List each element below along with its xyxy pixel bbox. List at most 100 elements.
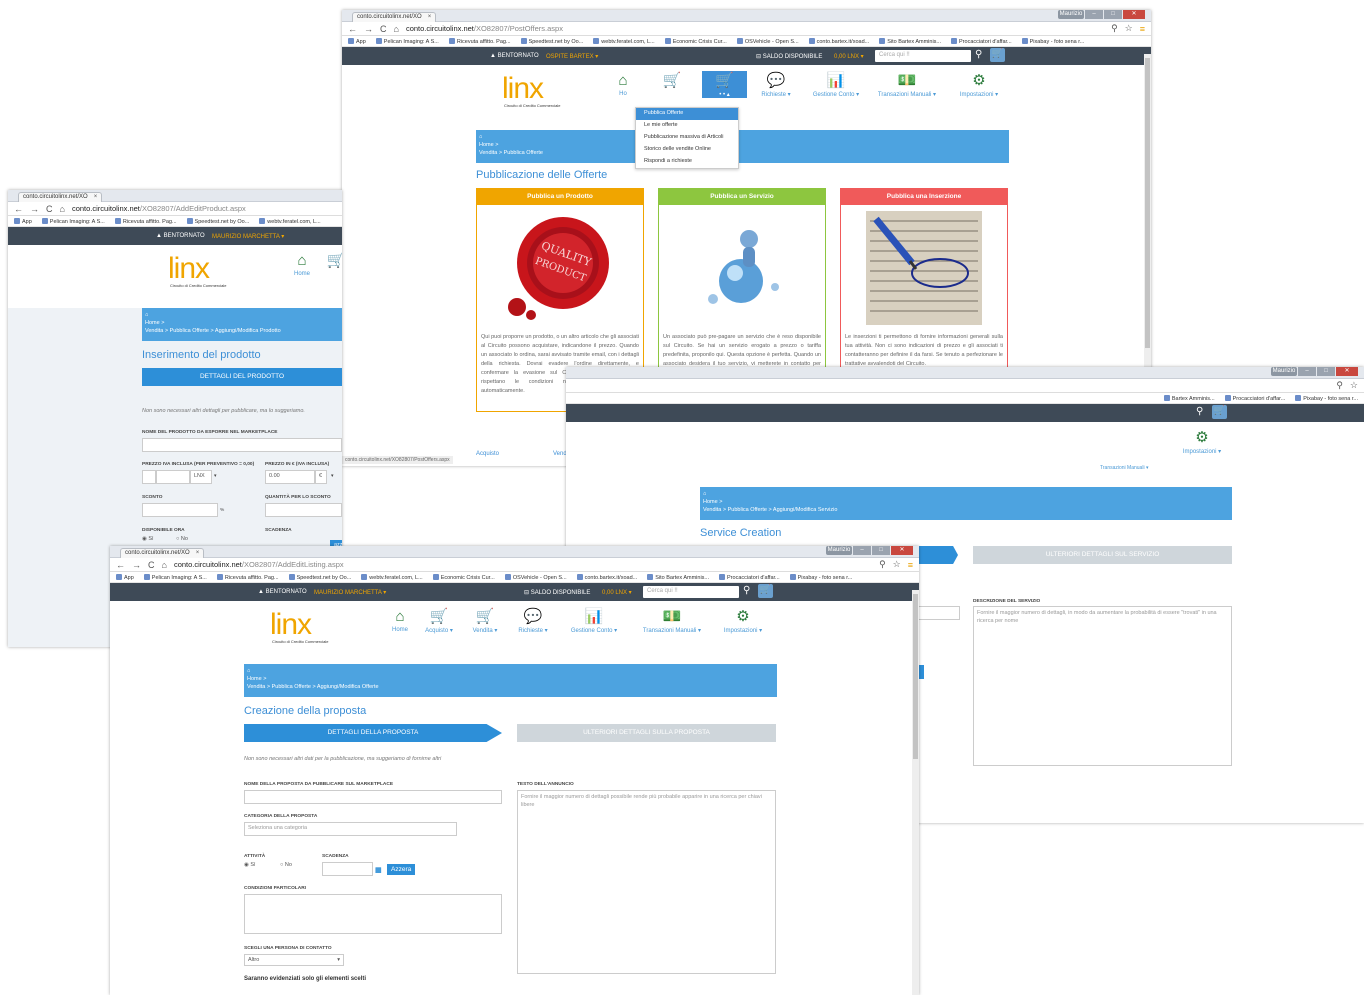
breadcrumb-home[interactable]: Home > (145, 319, 339, 327)
category-select[interactable]: Seleziona una categoria (244, 822, 457, 836)
dropdown-storico-vendite[interactable]: Storico delle vendite Online (636, 144, 738, 156)
url-field[interactable]: conto.circuitolinx.net/XO82807/AddEditPr… (72, 204, 336, 213)
home-icon[interactable]: ⌂ (479, 133, 1006, 141)
search-input[interactable]: Cerca qui !! (875, 50, 971, 62)
home-icon[interactable]: ⌂ (60, 204, 65, 214)
browser-tab[interactable]: conto.circuitolinx.net/XO × (18, 192, 103, 202)
minimize-button[interactable]: – (1298, 367, 1316, 376)
menu-home[interactable]: ⌂ Ho (604, 71, 642, 98)
dropdown-rispondi-richieste[interactable]: Rispondi a richieste (636, 156, 738, 168)
bookmark-item[interactable]: Pelican Imaging: A S... (42, 218, 105, 225)
balance-value[interactable]: 0,00 LNX ▾ (602, 589, 632, 596)
reload-icon[interactable]: C (148, 560, 155, 570)
breadcrumb-path[interactable]: Vendita > Pubblica Offerte > Aggiungi/Mo… (145, 327, 339, 335)
user-profile-button[interactable]: Maurizio (1271, 367, 1297, 376)
home-icon[interactable]: ⌂ (703, 490, 1229, 498)
bookmark-item[interactable]: OSVehicle - Open S... (737, 38, 799, 45)
bookmark-item[interactable]: webtv.feratel.com, L... (361, 574, 422, 581)
bookmark-item[interactable]: Sito Bartex Amminis... (647, 574, 709, 581)
linx-logo[interactable]: linx Circuito di Credito Commerciale (502, 74, 560, 109)
menu-acquisto[interactable]: 🛒 (321, 251, 342, 277)
user-menu[interactable]: MAURIZIO MARCHETTA ▾ (314, 589, 386, 596)
star-icon[interactable]: ☆ (893, 559, 901, 570)
forward-arrow-icon[interactable]: → (132, 560, 141, 570)
calendar-icon[interactable]: ▦ (375, 866, 382, 874)
menu-icon[interactable]: ≡ (1140, 24, 1145, 34)
menu-richieste[interactable]: 💬 Richieste ▾ (747, 71, 805, 98)
home-icon[interactable]: ⌂ (162, 560, 167, 570)
user-menu[interactable]: MAURIZIO MARCHETTA ▾ (212, 233, 284, 240)
menu-gestione-conto[interactable]: 📊 Gestione Conto ▾ (805, 71, 867, 98)
bookmark-item[interactable]: OSVehicle - Open S... (505, 574, 567, 581)
stepper-arrow-icon[interactable]: ▾ (331, 474, 333, 479)
price-eur-input[interactable]: 0.00 (265, 470, 315, 484)
discount-qty-input[interactable] (265, 503, 342, 517)
ad-text-textarea[interactable]: Fornire il maggior numero di dettagli po… (517, 790, 776, 974)
cart-icon[interactable]: 🛒 (990, 48, 1005, 62)
home-icon[interactable]: ⌂ (394, 24, 399, 34)
step-proposal-details[interactable]: DETTAGLI DELLA PROPOSTA (244, 724, 502, 742)
tab-close-icon[interactable]: × (428, 14, 432, 20)
card-title[interactable]: Pubblica un Prodotto (477, 189, 643, 205)
url-field[interactable]: conto.circuitolinx.net/XO82807/AddEditLi… (174, 560, 872, 569)
maximize-button[interactable]: □ (1317, 367, 1335, 376)
menu-item[interactable]: 💬 Richieste ▾ (508, 607, 558, 634)
bookmark-item[interactable]: Procacciatori d'affar... (951, 38, 1012, 45)
maximize-button[interactable]: □ (1104, 10, 1122, 19)
bookmark-item[interactable]: Pixabay - foto sena r... (1022, 38, 1085, 45)
card-title[interactable]: Pubblica un Servizio (659, 189, 825, 205)
back-arrow-icon[interactable]: ← (348, 24, 357, 34)
bookmark-item[interactable]: Bartex Amminis... (1164, 395, 1215, 402)
menu-impostazioni[interactable]: ⚙ Impostazioni ▾ (1162, 428, 1242, 455)
search-icon[interactable]: ⚲ (743, 585, 750, 596)
zoom-icon[interactable]: ⚲ (1336, 380, 1343, 391)
guest-user-menu[interactable]: OSPITE BARTEX ▾ (546, 53, 598, 60)
breadcrumb-path[interactable]: Vendita > Pubblica Offerte > Aggiungi/Mo… (703, 506, 1229, 514)
bookmark-item[interactable]: Pixabay - foto sena r... (790, 574, 853, 581)
scrollbar[interactable] (912, 590, 919, 995)
reset-button[interactable]: Azzera (387, 864, 416, 875)
user-profile-button[interactable]: Maurizio (826, 546, 852, 555)
search-icon[interactable]: ⚲ (1196, 406, 1203, 417)
available-no-radio[interactable]: ○ No (176, 536, 188, 542)
breadcrumb-home[interactable]: Home > (247, 675, 774, 683)
menu-item[interactable]: ⌂ Home (384, 607, 416, 634)
bookmark-item[interactable]: App (14, 218, 32, 225)
bookmark-item[interactable]: App (348, 38, 366, 45)
tab-close-icon[interactable]: × (196, 550, 200, 556)
bookmark-item[interactable]: Speedtest.net by Oo... (289, 574, 352, 581)
menu-item[interactable]: 🛒 Acquisto ▾ (416, 607, 462, 634)
balance-value[interactable]: 0,00 LNX ▾ (834, 53, 864, 60)
footer-link[interactable]: Acquisto (476, 451, 499, 457)
close-window-button[interactable]: ✕ (1336, 367, 1358, 376)
expiry-date-input[interactable] (322, 862, 373, 876)
menu-transazioni[interactable]: 💵 Transazioni Manuali ▾ (867, 71, 947, 98)
menu-impostazioni[interactable]: ⚙ Impostazioni ▾ (947, 71, 1011, 98)
linx-logo[interactable]: linx Circuito di Credito Commerciale (270, 610, 328, 645)
contact-select[interactable]: Altro ▾ (244, 954, 344, 966)
step-extra-details[interactable]: ULTERIORI DETTAGLI SUL SERVIZIO (973, 546, 1232, 564)
bookmark-item[interactable]: Ricevuta affitto. Pag... (115, 218, 177, 225)
back-arrow-icon[interactable]: ← (116, 560, 125, 570)
cart-icon[interactable]: 🛒 (758, 584, 773, 598)
dropdown-pubblica-offerte[interactable]: Pubblica Offerte (636, 108, 738, 120)
star-icon[interactable]: ☆ (1125, 23, 1133, 34)
active-no-radio[interactable]: ○ No (280, 862, 292, 868)
bookmark-item[interactable]: Procacciatori d'affar... (1225, 395, 1286, 402)
home-icon[interactable]: ⌂ (145, 311, 339, 319)
bookmark-item[interactable]: Sito Bartex Amminis... (879, 38, 941, 45)
price-stepper[interactable] (142, 470, 156, 484)
breadcrumb-path[interactable]: Vendita > Pubblica Offerte (479, 149, 1006, 157)
discount-input[interactable] (142, 503, 218, 517)
bookmark-item[interactable]: webtv.feratel.com, L... (593, 38, 654, 45)
proposal-name-input[interactable] (244, 790, 502, 804)
step-product-details[interactable]: DETTAGLI DEL PRODOTTO (142, 368, 342, 386)
breadcrumb-path[interactable]: Vendita > Pubblica Offerte > Aggiungi/Mo… (247, 683, 774, 691)
breadcrumb-home[interactable]: Home > (703, 498, 1229, 506)
service-name-input[interactable] (916, 606, 960, 620)
menu-transazioni-label[interactable]: Transazioni Manuali ▾ (1100, 465, 1148, 471)
tab-close-icon[interactable]: × (94, 194, 98, 200)
available-yes-radio[interactable]: ◉ Sì (142, 536, 154, 542)
dropdown-pubblicazione-massiva[interactable]: Pubblicazione massiva di Articoli (636, 132, 738, 144)
menu-vendita[interactable]: 🛒 • • ▴ (702, 71, 747, 98)
